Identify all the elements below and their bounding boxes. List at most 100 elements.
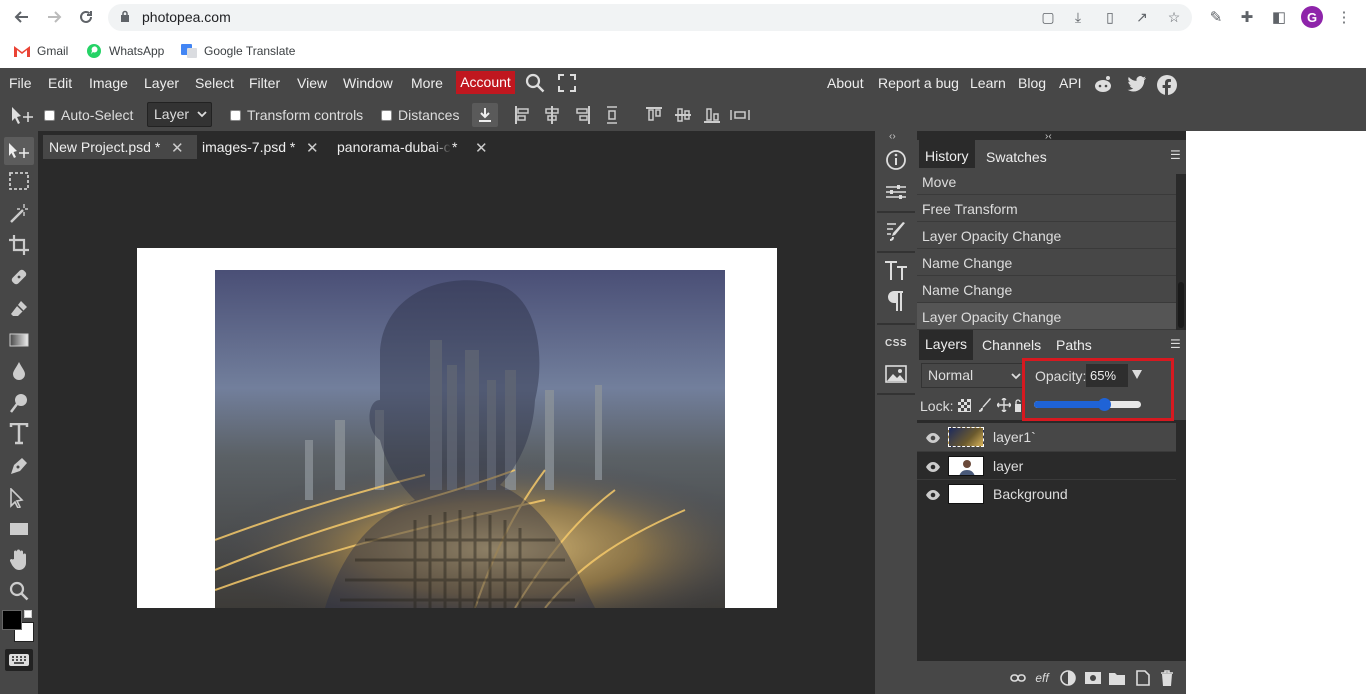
composite-image[interactable] [215, 270, 725, 608]
distribute-vertical-icon[interactable] [604, 106, 620, 124]
tab-channels[interactable]: Channels [982, 337, 1041, 353]
document-tab-panorama-dubai[interactable]: panorama-dubai-c [331, 135, 461, 159]
puzzle-extensions-icon[interactable]: ✚ [1238, 8, 1256, 26]
menu-image[interactable]: Image [89, 75, 128, 91]
back-arrow-icon[interactable] [12, 7, 32, 27]
history-entry[interactable]: Free Transform [917, 195, 1176, 222]
lock-icon[interactable] [120, 10, 130, 28]
layer-row-layer[interactable]: layer [917, 451, 1176, 479]
crop-tool-icon[interactable] [7, 233, 31, 257]
menu-layer[interactable]: Layer [144, 75, 179, 91]
adjustment-layer-icon[interactable] [1060, 670, 1076, 686]
lock-all-icon[interactable] [1015, 399, 1021, 417]
menu-about[interactable]: About [827, 75, 864, 91]
menu-learn[interactable]: Learn [970, 75, 1006, 91]
forward-arrow-icon[interactable] [44, 7, 64, 27]
page-save-icon[interactable]: ▢ [1040, 9, 1056, 25]
layer-effects-icon[interactable]: eff [1034, 670, 1050, 686]
distances-checkbox[interactable] [381, 110, 392, 121]
reddit-icon[interactable] [1093, 75, 1113, 98]
info-icon[interactable] [883, 147, 909, 173]
layer-mask-icon[interactable] [1085, 670, 1101, 686]
menu-api[interactable]: API [1059, 75, 1082, 91]
delete-layer-trash-icon[interactable] [1159, 670, 1175, 686]
rectangle-tool-icon[interactable] [7, 517, 31, 541]
eyedropper-extension-icon[interactable]: ✎ [1207, 8, 1225, 26]
profile-avatar[interactable]: G [1301, 6, 1323, 28]
paragraph-icon[interactable] [883, 288, 909, 314]
align-middle-icon[interactable] [675, 106, 691, 124]
pen-tool-icon[interactable] [7, 454, 31, 478]
keyboard-icon[interactable] [5, 649, 33, 671]
panel-menu-icon[interactable]: ☰ [1170, 337, 1181, 351]
bookmark-gmail[interactable]: Gmail [14, 42, 68, 60]
brush-settings-icon[interactable] [883, 219, 909, 245]
url-text[interactable]: photopea.com [142, 9, 231, 25]
history-entry-current[interactable]: Layer Opacity Change [917, 303, 1176, 330]
menu-select[interactable]: Select [195, 75, 234, 91]
tab-layers[interactable]: Layers [919, 330, 974, 360]
auto-select-checkbox[interactable] [44, 110, 55, 121]
layer-row-layer1[interactable]: layer1` [917, 423, 1176, 451]
align-right-icon[interactable] [575, 106, 591, 124]
tab-swatches[interactable]: Swatches [986, 149, 1047, 165]
hand-tool-icon[interactable] [7, 548, 31, 572]
download-icon[interactable] [472, 103, 498, 127]
menu-edit[interactable]: Edit [48, 75, 72, 91]
type-tool-icon[interactable] [7, 422, 31, 446]
zoom-tool-icon[interactable] [7, 579, 31, 603]
kebab-menu-icon[interactable]: ⋮ [1335, 8, 1353, 26]
image-icon[interactable] [883, 361, 909, 387]
lock-transparency-icon[interactable] [958, 399, 971, 417]
swap-colors-icon[interactable] [24, 610, 32, 618]
fullscreen-icon[interactable] [558, 74, 576, 97]
history-entry[interactable]: Layer Opacity Change [917, 222, 1176, 249]
auto-select-target-dropdown[interactable]: Layer [147, 102, 212, 127]
align-bottom-icon[interactable] [704, 106, 720, 124]
facebook-icon[interactable] [1157, 75, 1177, 100]
adjustments-icon[interactable] [883, 179, 909, 205]
menu-view[interactable]: View [297, 75, 327, 91]
dodge-tool-icon[interactable] [7, 391, 31, 415]
side-panel-icon[interactable]: ◧ [1270, 8, 1288, 26]
align-top-icon[interactable] [646, 106, 662, 124]
history-scrollbar[interactable] [1178, 282, 1184, 328]
marquee-tool-icon[interactable] [7, 169, 31, 193]
bookmark-star-icon[interactable]: ☆ [1166, 9, 1182, 25]
path-select-tool-icon[interactable] [7, 486, 31, 510]
history-entry[interactable]: Move [917, 168, 1176, 195]
gradient-tool-icon[interactable] [7, 328, 31, 352]
menu-window[interactable]: Window [343, 75, 393, 91]
layer-row-background[interactable]: Background [917, 479, 1176, 507]
collapse-arrows-icon[interactable]: ‹› [889, 131, 896, 142]
bookmark-whatsapp[interactable]: WhatsApp [86, 42, 164, 60]
menu-report-bug[interactable]: Report a bug [878, 75, 959, 91]
tab-paths[interactable]: Paths [1056, 337, 1092, 353]
foreground-color-swatch[interactable] [2, 610, 22, 630]
share-icon[interactable]: ↗ [1134, 9, 1150, 25]
eye-visibility-icon[interactable] [925, 431, 941, 443]
close-icon[interactable]: ✕ [171, 139, 184, 157]
history-entry[interactable]: Name Change [917, 276, 1176, 303]
document-tab-images-7[interactable]: images-7.psd * [196, 135, 301, 159]
move-tool-options-icon[interactable] [10, 106, 34, 131]
blend-mode-dropdown[interactable]: Normal [921, 363, 1024, 388]
new-group-folder-icon[interactable] [1109, 670, 1125, 686]
eye-visibility-icon[interactable] [925, 488, 941, 500]
bookmark-google-translate[interactable]: Google Translate [181, 42, 295, 60]
twitter-icon[interactable] [1127, 75, 1147, 98]
address-bar[interactable]: photopea.com ▢ ⤓ ▯ ↗ ☆ [108, 4, 1192, 31]
magic-wand-tool-icon[interactable] [7, 202, 31, 226]
lock-pixels-brush-icon[interactable] [978, 398, 992, 417]
menu-filter[interactable]: Filter [249, 75, 280, 91]
lock-position-move-icon[interactable] [996, 397, 1012, 417]
blur-tool-icon[interactable] [7, 359, 31, 383]
eye-visibility-icon[interactable] [925, 460, 941, 472]
menu-blog[interactable]: Blog [1018, 75, 1046, 91]
reload-icon[interactable] [76, 7, 96, 27]
close-icon[interactable]: ✕ [306, 139, 319, 157]
menu-file[interactable]: File [9, 75, 32, 91]
distribute-horizontal-icon[interactable] [730, 106, 750, 124]
install-app-icon[interactable]: ⤓ [1070, 9, 1086, 25]
new-layer-icon[interactable] [1135, 670, 1151, 686]
